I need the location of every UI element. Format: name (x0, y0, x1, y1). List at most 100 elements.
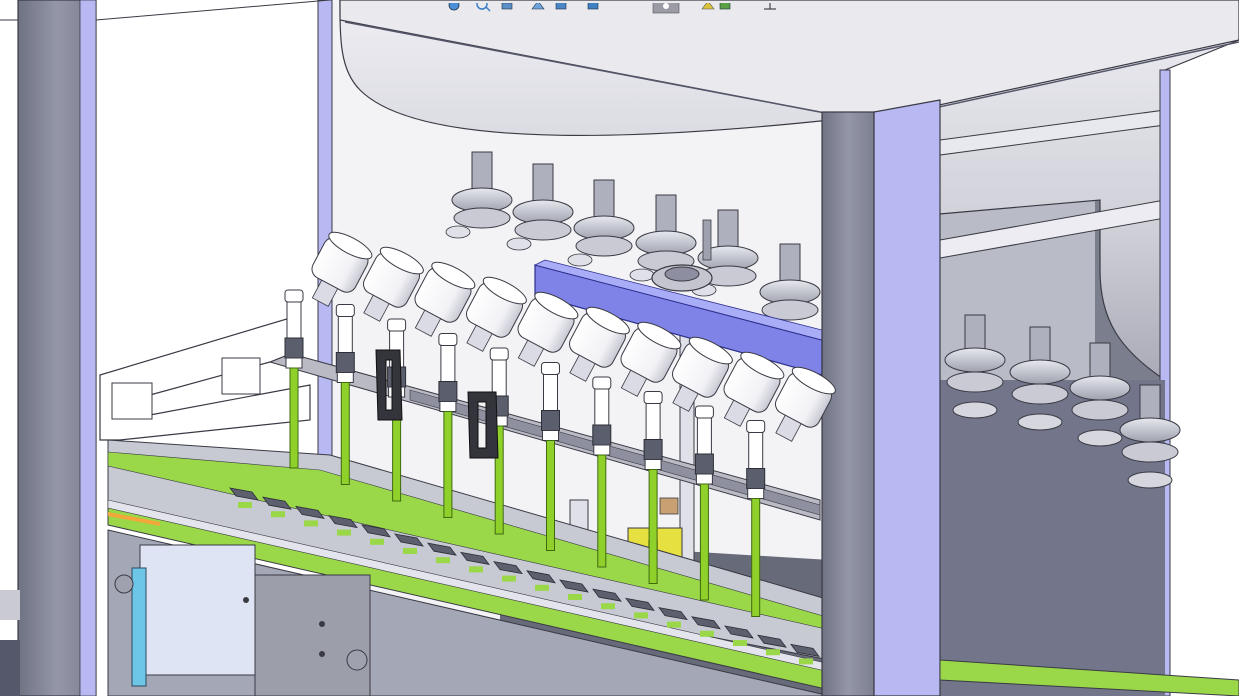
conveyor-pocket-marker (238, 502, 252, 508)
tri-clamp (1069, 375, 1131, 401)
section-view-icon[interactable] (501, 2, 513, 10)
bolt-3 (319, 651, 325, 657)
nozzle-tube (443, 411, 453, 518)
nozzle-tube (751, 498, 761, 617)
render-tools-icon[interactable] (701, 0, 731, 10)
guide-plate-slot-2 (221, 357, 261, 395)
conveyor-pocket-marker (601, 603, 615, 610)
conveyor-pocket-marker (634, 612, 648, 619)
nozzle-collar (592, 424, 612, 446)
nozzle-nut (335, 304, 355, 317)
nozzle-seal (747, 488, 765, 499)
knob-2 (346, 649, 368, 671)
conveyor-pocket-marker (370, 538, 384, 545)
view-orientation-icon[interactable] (531, 0, 545, 10)
filling-machine-model[interactable] (0, 0, 1239, 697)
clamp-wing (629, 268, 655, 282)
base-plate (139, 544, 256, 676)
conveyor-pocket-marker (271, 511, 285, 518)
nozzle-tube (699, 483, 709, 601)
conveyor-pocket-marker (733, 640, 747, 646)
nozzle-nut (694, 405, 714, 419)
tri-clamp-lower (453, 207, 511, 229)
conveyor-pocket-marker (502, 575, 516, 582)
nozzle-seal (644, 459, 662, 470)
manifold-fitting-hole (664, 266, 700, 282)
tri-clamp (1009, 359, 1071, 385)
nozzle-collar (541, 410, 560, 431)
nozzle-nut (592, 376, 612, 390)
nozzle-seal (336, 372, 354, 383)
sensor-block (659, 497, 679, 515)
nozzle-body (286, 301, 302, 339)
nozzle-body (645, 403, 661, 440)
conveyor-pocket-marker (667, 621, 681, 628)
nozzle-collar (438, 381, 458, 402)
conveyor-pocket-marker (469, 566, 483, 573)
cad-3d-viewport[interactable] (0, 0, 1239, 697)
nozzle-collar (694, 453, 714, 475)
nozzle-nut (746, 420, 766, 433)
tri-clamp-lower (514, 219, 572, 241)
nozzle-collar (335, 352, 355, 373)
nozzle-nut (643, 391, 663, 404)
tri-clamp (944, 347, 1006, 373)
tri-clamp-base (1017, 413, 1063, 431)
conveyor-pocket-marker (568, 594, 582, 600)
clamp-wing (567, 253, 593, 267)
conveyor-pocket-marker (535, 584, 549, 591)
conveyor-pocket-marker (700, 630, 714, 637)
nozzle-body (748, 432, 764, 469)
nozzle-tube (546, 440, 555, 551)
clamp-wing (445, 225, 471, 239)
hide-show-icon[interactable] (448, 0, 460, 11)
conveyor-pocket-marker (799, 658, 813, 665)
nozzle-seal (593, 444, 611, 456)
nozzle-tube (289, 367, 299, 469)
base-plate-2 (254, 574, 371, 697)
cyan-rod (131, 567, 147, 687)
tri-clamp-lower (575, 235, 633, 257)
toolbar-icons (448, 0, 776, 14)
left-outer-post-face (79, 0, 97, 697)
tri-clamp-base (1077, 429, 1123, 447)
bolt-2 (319, 621, 325, 627)
nozzle-collar (746, 468, 766, 489)
nozzle-tube (340, 382, 350, 485)
right-front-post (821, 111, 875, 697)
manifold-pin (702, 219, 712, 261)
heads-up-view-toolbar (440, 0, 790, 14)
tri-clamp-lower (1121, 441, 1179, 463)
left-edge-shadow (0, 590, 20, 620)
tri-clamp-base (1127, 471, 1173, 489)
guide-plate-slot (111, 382, 153, 420)
conveyor-pocket-marker (304, 520, 318, 527)
tri-clamp (1119, 417, 1181, 443)
scene-icon[interactable] (652, 0, 680, 14)
nozzle-body (543, 374, 558, 411)
nozzle-collar (643, 439, 663, 460)
nozzle-seal (542, 430, 559, 441)
right-front-post-face (873, 99, 941, 697)
display-style-icon[interactable] (555, 0, 567, 10)
conveyor-pocket-marker (766, 649, 780, 656)
nozzle-seal (695, 473, 713, 485)
tri-clamp-lower (1071, 399, 1129, 421)
nozzle-nut (387, 318, 407, 332)
appearance-icon[interactable] (587, 0, 599, 10)
tri-clamp-lower (946, 371, 1004, 393)
nozzle-tube (597, 454, 607, 568)
nozzle-body (337, 316, 353, 353)
zoom-icon[interactable] (476, 0, 491, 12)
conveyor-pocket-marker (436, 557, 450, 564)
nozzle-body (491, 359, 507, 397)
nozzle-collar (284, 337, 304, 359)
settings-icon[interactable] (764, 1, 776, 10)
nozzle-body (696, 417, 712, 455)
conveyor-pocket-marker (403, 548, 417, 554)
nozzle-nut (489, 347, 509, 361)
nozzle-nut (438, 333, 458, 346)
nozzle-seal (285, 357, 303, 369)
nozzle-body (440, 345, 456, 382)
clamp-wing (506, 237, 532, 251)
